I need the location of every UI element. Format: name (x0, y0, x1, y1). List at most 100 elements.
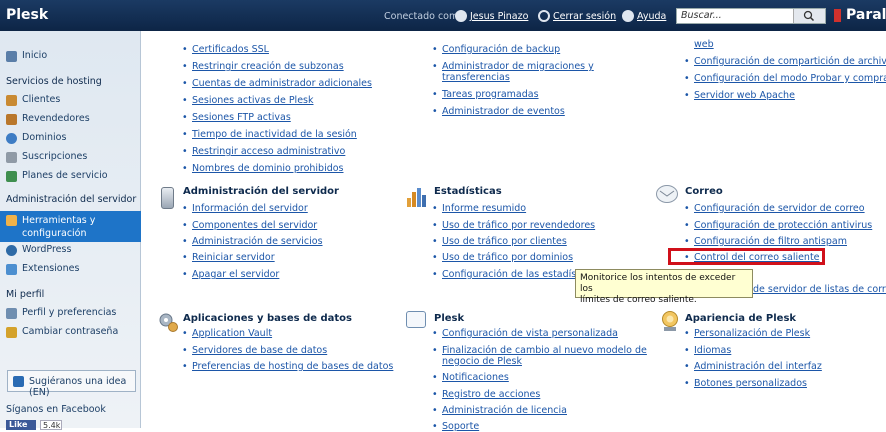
link-traffic-clients[interactable]: Uso de tráfico por clientes (432, 236, 567, 247)
sidebar-item-herramientas[interactable]: Herramientas y configuración (0, 211, 141, 242)
link-action-log[interactable]: Registro de acciones (432, 389, 540, 400)
sidebar-item-perfil[interactable]: Perfil y preferencias (0, 304, 141, 322)
partner-logo-mark (834, 9, 841, 22)
link-admin-accounts[interactable]: Cuentas de administrador adicionales (182, 78, 372, 89)
logout-link[interactable]: Cerrar sesión (553, 11, 616, 22)
link-subzones[interactable]: Restringir creación de subzonas (182, 61, 344, 72)
facebook-label: Síganos en Facebook (6, 404, 106, 415)
server-icon (161, 187, 174, 209)
idea-icon (13, 376, 24, 387)
wordpress-icon (6, 245, 17, 256)
key-icon (6, 327, 17, 338)
search-button[interactable] (793, 9, 825, 23)
link-notifications[interactable]: Notificaciones (432, 372, 509, 383)
subscription-icon (6, 152, 17, 163)
sidebar-item-password[interactable]: Cambiar contraseña (0, 323, 141, 341)
section-title-appearance: Apariencia de Plesk (685, 313, 797, 324)
sidebar-item-suscripciones[interactable]: Suscripciones (0, 148, 141, 166)
link-antispam[interactable]: Configuración de filtro antispam (684, 236, 847, 247)
partner-logo: Paral (846, 7, 886, 23)
link-license[interactable]: Administración de licencia (432, 405, 567, 416)
link-ftp-sessions[interactable]: Sesiones FTP activas (182, 112, 291, 123)
section-title-stats: Estadísticas (434, 186, 502, 197)
sidebar-head-server-admin: Administración del servidor (6, 194, 137, 205)
search-icon (803, 10, 815, 22)
link-migration-2[interactable]: transferencias (442, 72, 510, 83)
help-link[interactable]: Ayuda (637, 11, 666, 22)
facebook-like-count: 5.4k (40, 420, 62, 430)
link-web-settings[interactable]: web (694, 39, 714, 50)
link-restrict-access[interactable]: Restringir acceso administrativo (182, 146, 345, 157)
stats-icon (407, 188, 426, 207)
link-session-timeout[interactable]: Tiempo de inactividad de la sesión (182, 129, 357, 140)
tools-icon (6, 215, 17, 226)
mail-icon (656, 185, 678, 203)
brand-logo[interactable]: Plesk (6, 7, 48, 23)
user-icon (6, 95, 17, 106)
link-antivirus[interactable]: Configuración de protección antivirus (684, 220, 872, 231)
link-prohibited-domains[interactable]: Nombres de dominio prohibidos (182, 163, 343, 174)
user-link[interactable]: Jesus Pinazo (470, 11, 528, 22)
link-ssl[interactable]: Certificados SSL (182, 44, 269, 55)
link-restart-server[interactable]: Reiniciar servidor (182, 252, 275, 263)
sidebar-item-wordpress[interactable]: WordPress (0, 241, 141, 259)
tooltip-line-1: Monitorice los intentos de exceder los (580, 273, 736, 294)
link-summary-report[interactable]: Informe resumido (432, 203, 526, 214)
link-business-model-2[interactable]: negocio de Plesk (442, 356, 522, 367)
section-title-apps: Aplicaciones y bases de datos (183, 313, 352, 324)
top-bar: Plesk Conectado como Jesus Pinazo Cerrar… (0, 0, 886, 31)
link-apache[interactable]: Servidor web Apache (684, 90, 795, 101)
section-title-server-admin: Administración del servidor (183, 186, 339, 197)
link-application-vault[interactable]: Application Vault (182, 328, 272, 339)
link-migration[interactable]: Administrador de migraciones y (432, 61, 594, 72)
link-custom-buttons[interactable]: Botones personalizados (684, 378, 807, 389)
link-traffic-domains[interactable]: Uso de tráfico por dominios (432, 252, 573, 263)
tooltip: Monitorice los intentos de exceder los l… (575, 269, 753, 305)
highlight-box (668, 248, 825, 265)
facebook-like-button[interactable]: Like (6, 420, 36, 430)
plan-icon (6, 171, 17, 182)
link-support[interactable]: Soporte (432, 421, 479, 432)
sidebar-item-clientes[interactable]: Clientes (0, 91, 141, 109)
link-backup[interactable]: Configuración de backup (432, 44, 560, 55)
link-try-buy[interactable]: Configuración del modo Probar y comprar (684, 73, 886, 84)
link-business-model[interactable]: Finalización de cambio al nuevo modelo d… (432, 345, 647, 356)
link-server-components[interactable]: Componentes del servidor (182, 220, 317, 231)
sidebar-head-hosting: Servicios de hosting (6, 76, 102, 87)
link-shutdown-server[interactable]: Apagar el servidor (182, 269, 279, 280)
power-icon (538, 10, 550, 22)
link-traffic-resellers[interactable]: Uso de tráfico por revendedores (432, 220, 595, 231)
link-services[interactable]: Administración de servicios (182, 236, 322, 247)
apps-gear-icon (159, 313, 178, 332)
sidebar-item-extensiones[interactable]: Extensiones (0, 260, 141, 278)
sidebar-item-inicio[interactable]: Inicio (0, 47, 141, 65)
link-file-sharing[interactable]: Configuración de compartición de archivo… (684, 56, 886, 67)
link-plesk-sessions[interactable]: Sesiones activas de Plesk (182, 95, 313, 106)
sidebar-head-profile: Mi perfil (6, 289, 45, 300)
sidebar-item-revendedores[interactable]: Revendedores (0, 110, 141, 128)
link-languages[interactable]: Idiomas (684, 345, 731, 356)
tooltip-line-2: límites de correo saliente. (580, 295, 697, 305)
appearance-icon (662, 311, 678, 331)
extensions-icon (6, 264, 17, 275)
link-server-info[interactable]: Información del servidor (182, 203, 308, 214)
home-icon (6, 51, 17, 62)
help-icon (622, 10, 634, 22)
sidebar-item-dominios[interactable]: Dominios (0, 129, 141, 147)
profile-icon (6, 308, 17, 319)
plesk-window-icon (406, 311, 426, 328)
link-mailing-list-server[interactable]: de servidor de listas de correo (753, 284, 886, 295)
link-custom-view[interactable]: Configuración de vista personalizada (432, 328, 618, 339)
suggest-idea-button[interactable]: Sugiéranos una idea (EN) (7, 370, 136, 398)
link-branding[interactable]: Personalización de Plesk (684, 328, 810, 339)
sidebar-item-planes[interactable]: Planes de servicio (0, 167, 141, 185)
link-scheduled-tasks[interactable]: Tareas programadas (432, 89, 539, 100)
reseller-icon (6, 114, 17, 125)
link-event-manager[interactable]: Administrador de eventos (432, 106, 565, 117)
link-db-hosting-prefs[interactable]: Preferencias de hosting de bases de dato… (182, 361, 393, 372)
user-icon (455, 10, 467, 22)
link-mail-server-settings[interactable]: Configuración de servidor de correo (684, 203, 865, 214)
link-interface-admin[interactable]: Administración del interfaz (684, 361, 822, 372)
link-database-servers[interactable]: Servidores de base de datos (182, 345, 327, 356)
globe-icon (6, 133, 17, 144)
